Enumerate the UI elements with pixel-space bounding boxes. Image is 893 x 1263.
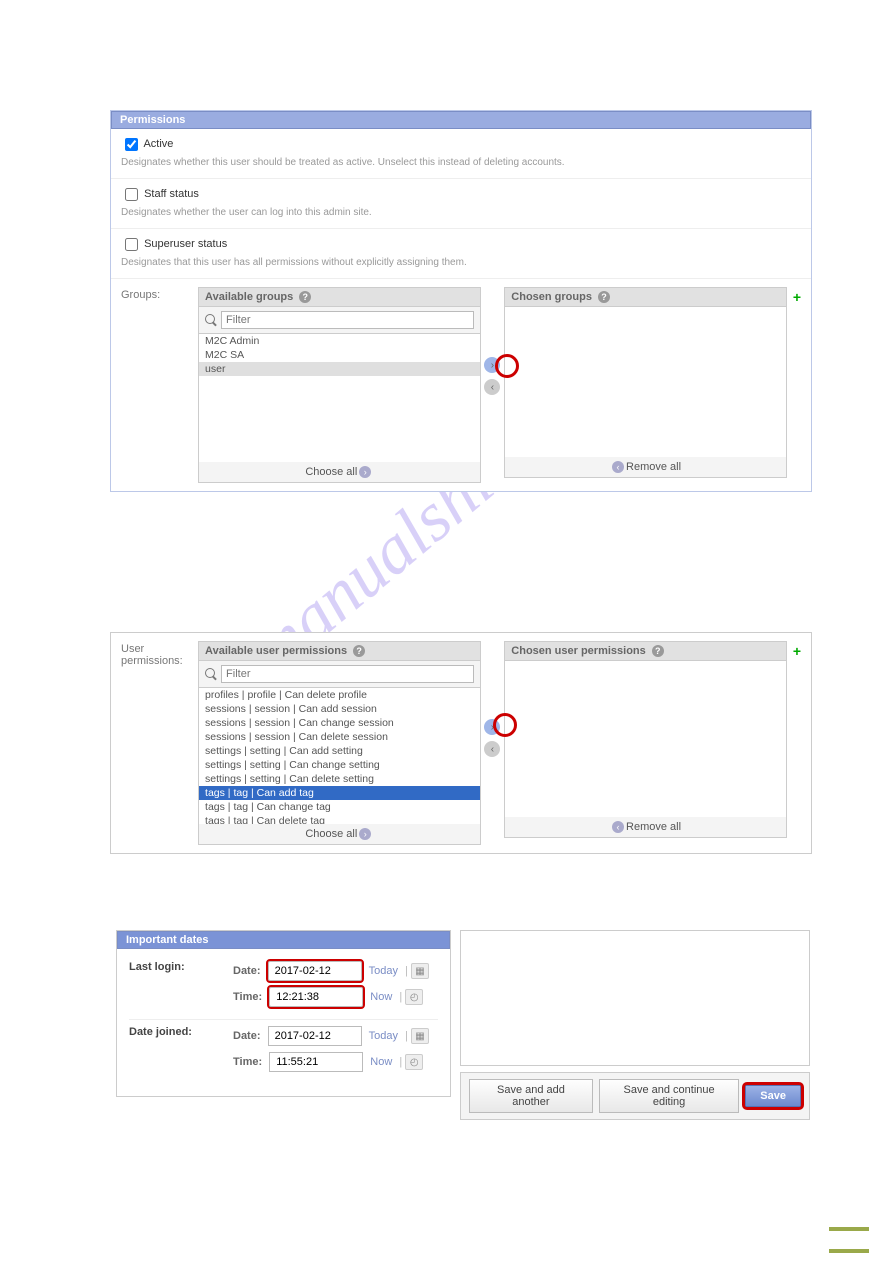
chosen-userperms-list[interactable]: [505, 661, 786, 817]
list-item[interactable]: sessions | session | Can delete session: [199, 730, 480, 744]
superuser-checkbox-row: Superuser status: [121, 238, 227, 250]
groups-choose-all[interactable]: Choose all›: [199, 462, 480, 482]
available-userperms-column: Available user permissions ? profiles | …: [198, 641, 481, 845]
help-icon[interactable]: ?: [299, 291, 311, 303]
blank-panel: [460, 930, 810, 1066]
save-button[interactable]: Save: [745, 1085, 801, 1107]
calendar-icon[interactable]: ▦: [411, 963, 429, 979]
clock-icon[interactable]: ◴: [405, 989, 423, 1005]
superuser-help: Designates that this user has all permis…: [121, 257, 801, 268]
clock-icon[interactable]: ◴: [405, 1054, 423, 1070]
list-item[interactable]: settings | setting | Can change setting: [199, 758, 480, 772]
groups-selector: Groups: Available groups ? M2C AdminM2C …: [111, 279, 811, 491]
permissions-panel: Permissions Active Designates whether th…: [110, 110, 812, 492]
chosen-groups-header: Chosen groups: [511, 291, 592, 303]
list-item[interactable]: profiles | profile | Can delete profile: [199, 688, 480, 702]
active-label: Active: [143, 138, 173, 150]
date-sublabel: Date:: [233, 965, 261, 977]
remove-from-chosen-button[interactable]: ‹: [484, 741, 500, 757]
time-sublabel: Time:: [233, 1056, 262, 1068]
superuser-checkbox[interactable]: [125, 238, 138, 251]
groups-field-label: Groups:: [121, 287, 198, 301]
list-item[interactable]: user: [199, 362, 480, 376]
time-sublabel: Time:: [233, 991, 262, 1003]
arrow-left-icon: ‹: [612, 461, 624, 473]
list-item[interactable]: M2C SA: [199, 348, 480, 362]
permissions-header: Permissions: [111, 111, 811, 129]
available-userperms-header: Available user permissions: [205, 645, 347, 657]
superuser-label: Superuser status: [144, 238, 227, 250]
groups-remove-all[interactable]: ‹Remove all: [505, 457, 786, 477]
userperms-filter-input[interactable]: [221, 665, 474, 683]
arrow-right-icon: ›: [359, 828, 371, 840]
available-groups-list[interactable]: M2C AdminM2C SAuser: [199, 334, 480, 462]
list-item[interactable]: settings | setting | Can delete setting: [199, 772, 480, 786]
list-item[interactable]: tags | tag | Can change tag: [199, 800, 480, 814]
available-userperms-list[interactable]: profiles | profile | Can delete profiles…: [199, 688, 480, 824]
search-icon: [205, 314, 217, 326]
active-checkbox-row: Active: [121, 138, 173, 150]
staff-label: Staff status: [144, 188, 199, 200]
list-item[interactable]: tags | tag | Can delete tag: [199, 814, 480, 824]
date-joined-date-input[interactable]: [268, 1026, 362, 1046]
last-login-date-input[interactable]: [268, 961, 362, 981]
date-joined-time-input[interactable]: [269, 1052, 363, 1072]
add-userperm-icon[interactable]: +: [787, 641, 801, 659]
userperms-choose-all[interactable]: Choose all›: [199, 824, 480, 844]
last-login-time-input[interactable]: [269, 987, 363, 1007]
arrow-left-icon: ‹: [612, 821, 624, 833]
search-icon: [205, 668, 217, 680]
list-item[interactable]: sessions | session | Can change session: [199, 716, 480, 730]
today-link[interactable]: Today: [369, 965, 398, 977]
dates-header: Important dates: [117, 931, 450, 949]
available-groups-column: Available groups ? M2C AdminM2C SAuser C…: [198, 287, 481, 483]
calendar-icon[interactable]: ▦: [411, 1028, 429, 1044]
list-item[interactable]: tags | tag | Can add tag: [199, 786, 480, 800]
groups-filter-input[interactable]: [221, 311, 474, 329]
date-joined-label: Date joined:: [129, 1026, 233, 1078]
active-checkbox[interactable]: [125, 138, 138, 151]
staff-checkbox-row: Staff status: [121, 188, 199, 200]
dates-panel: Important dates Last login: Date: Today …: [116, 930, 451, 1097]
date-sublabel: Date:: [233, 1030, 261, 1042]
chosen-groups-column: Chosen groups ? ‹Remove all: [504, 287, 787, 478]
staff-checkbox[interactable]: [125, 188, 138, 201]
arrow-right-icon: ›: [359, 466, 371, 478]
now-link[interactable]: Now: [370, 991, 392, 1003]
userperms-remove-all[interactable]: ‹Remove all: [505, 817, 786, 837]
last-login-label: Last login:: [129, 961, 233, 1013]
remove-from-chosen-button[interactable]: ‹: [484, 379, 500, 395]
submit-row: Save and add another Save and continue e…: [460, 1072, 810, 1120]
today-link[interactable]: Today: [369, 1030, 398, 1042]
now-link[interactable]: Now: [370, 1056, 392, 1068]
list-item[interactable]: sessions | session | Can add session: [199, 702, 480, 716]
help-icon[interactable]: ?: [598, 291, 610, 303]
userperms-selector: User permissions: Available user permiss…: [110, 632, 812, 854]
available-groups-header: Available groups: [205, 291, 293, 303]
chosen-userperms-column: Chosen user permissions ? ‹Remove all: [504, 641, 787, 838]
help-icon[interactable]: ?: [652, 645, 664, 657]
save-add-another-button[interactable]: Save and add another: [469, 1079, 593, 1113]
active-help: Designates whether this user should be t…: [121, 157, 801, 168]
add-group-icon[interactable]: +: [787, 287, 801, 305]
chosen-userperms-header: Chosen user permissions: [511, 645, 646, 657]
staff-help: Designates whether the user can log into…: [121, 207, 801, 218]
save-continue-button[interactable]: Save and continue editing: [599, 1079, 739, 1113]
footer-decoration: [829, 1209, 869, 1253]
userperms-field-label: User permissions:: [121, 641, 198, 667]
list-item[interactable]: settings | setting | Can add setting: [199, 744, 480, 758]
add-to-chosen-button[interactable]: ›: [484, 357, 500, 373]
list-item[interactable]: M2C Admin: [199, 334, 480, 348]
chosen-groups-list[interactable]: [505, 307, 786, 457]
help-icon[interactable]: ?: [353, 645, 365, 657]
add-to-chosen-button[interactable]: ›: [484, 719, 500, 735]
